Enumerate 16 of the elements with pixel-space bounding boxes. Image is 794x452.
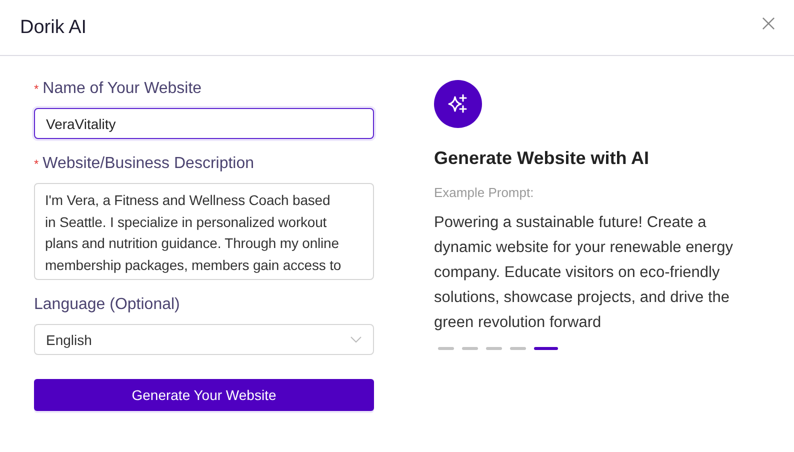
example-prompt: Powering a sustainable future! Create a dynamic website for your renewable energy company. Educate visitors on eco-friendly solutions, showcase projects, and drive the green revolution forward: [434, 213, 734, 333]
language-dropdown[interactable]: English: [34, 324, 374, 355]
field-label: Name of Your Website: [42, 80, 202, 98]
panel-title: Generate Website with AI: [434, 148, 650, 169]
prompt-label: Example Prompt:: [434, 185, 535, 200]
field-label: Language (Optional): [34, 296, 180, 314]
field-label: Website/Business Description: [42, 155, 254, 173]
generate-button[interactable]: Generate Your Website: [34, 379, 374, 411]
dialog-title: Dorik AI: [20, 16, 87, 38]
required-mark: *: [34, 82, 39, 96]
chevron-down-icon: [350, 336, 362, 344]
description-field[interactable]: I'm Vera, a Fitness and Wellness Coach based in Seattle. I specialize in personalized workout plans and nutrition guidance. Through my online membership packages, members gain access to: [34, 183, 374, 280]
website-name-field[interactable]: VeraVitality: [34, 108, 374, 139]
required-mark: *: [34, 157, 39, 171]
sparkles-icon: [434, 80, 482, 128]
close-icon[interactable]: [762, 17, 775, 30]
